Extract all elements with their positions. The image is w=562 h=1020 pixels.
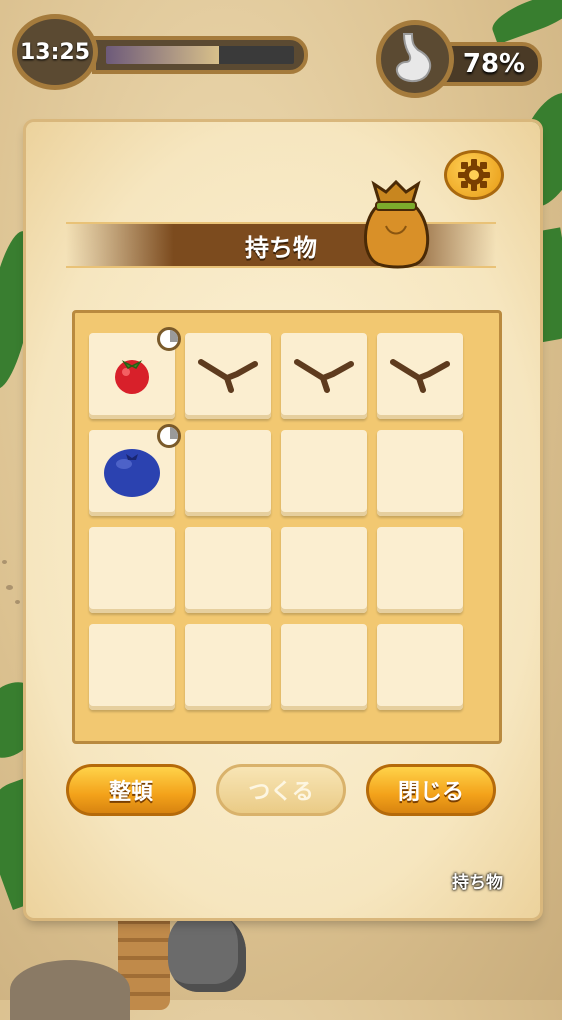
hunger-hud: 78%: [376, 20, 542, 104]
craft-button-label: つくる: [248, 780, 314, 805]
inventory-slot[interactable]: [281, 624, 367, 710]
inventory-slot[interactable]: [377, 624, 463, 710]
close-button-label: 閉じる: [397, 780, 464, 805]
bag-icon: [356, 176, 436, 270]
inventory-slot[interactable]: [281, 430, 367, 516]
stick-icon: [197, 354, 259, 398]
clock-icon: 13:25: [12, 14, 98, 90]
freshness-timer-icon: [157, 424, 181, 448]
inventory-slot[interactable]: [89, 424, 181, 516]
settings-button[interactable]: [444, 150, 504, 200]
blueberry-icon: [100, 442, 164, 504]
time-hud: 13:25: [12, 14, 310, 90]
sort-button[interactable]: 整頓: [66, 764, 196, 816]
stick-icon: [293, 354, 355, 398]
inventory-slot[interactable]: [377, 527, 463, 613]
inventory-grid-frame: [72, 310, 502, 744]
time-progress-fill: [106, 46, 219, 64]
inventory-slot[interactable]: [377, 430, 463, 516]
inventory-slot[interactable]: [185, 333, 271, 419]
inventory-slot[interactable]: [89, 527, 175, 613]
stomach-icon: [376, 20, 454, 98]
inventory-slot[interactable]: [377, 333, 463, 419]
inventory-slot[interactable]: [185, 624, 271, 710]
close-button[interactable]: 閉じる: [366, 764, 496, 816]
inventory-slot[interactable]: [89, 624, 175, 710]
inventory-grid: [89, 327, 489, 733]
tomato-icon: [110, 352, 154, 400]
clock-time: 13:25: [19, 39, 91, 65]
inventory-slot[interactable]: [185, 527, 271, 613]
stick-icon: [389, 354, 451, 398]
freshness-timer-icon: [157, 327, 181, 351]
inventory-slot[interactable]: [89, 327, 181, 419]
inventory-slot[interactable]: [281, 527, 367, 613]
footer-inventory-label: 持ち物: [452, 873, 503, 893]
hunger-percent: 78%: [462, 49, 526, 79]
inventory-slot[interactable]: [185, 430, 271, 516]
time-progress-bar: [92, 36, 308, 74]
inventory-slot[interactable]: [281, 333, 367, 419]
gear-icon: [458, 159, 490, 191]
sort-button-label: 整頓: [108, 780, 153, 805]
craft-button[interactable]: つくる: [216, 764, 346, 816]
panel-title: 持ち物: [245, 233, 317, 262]
